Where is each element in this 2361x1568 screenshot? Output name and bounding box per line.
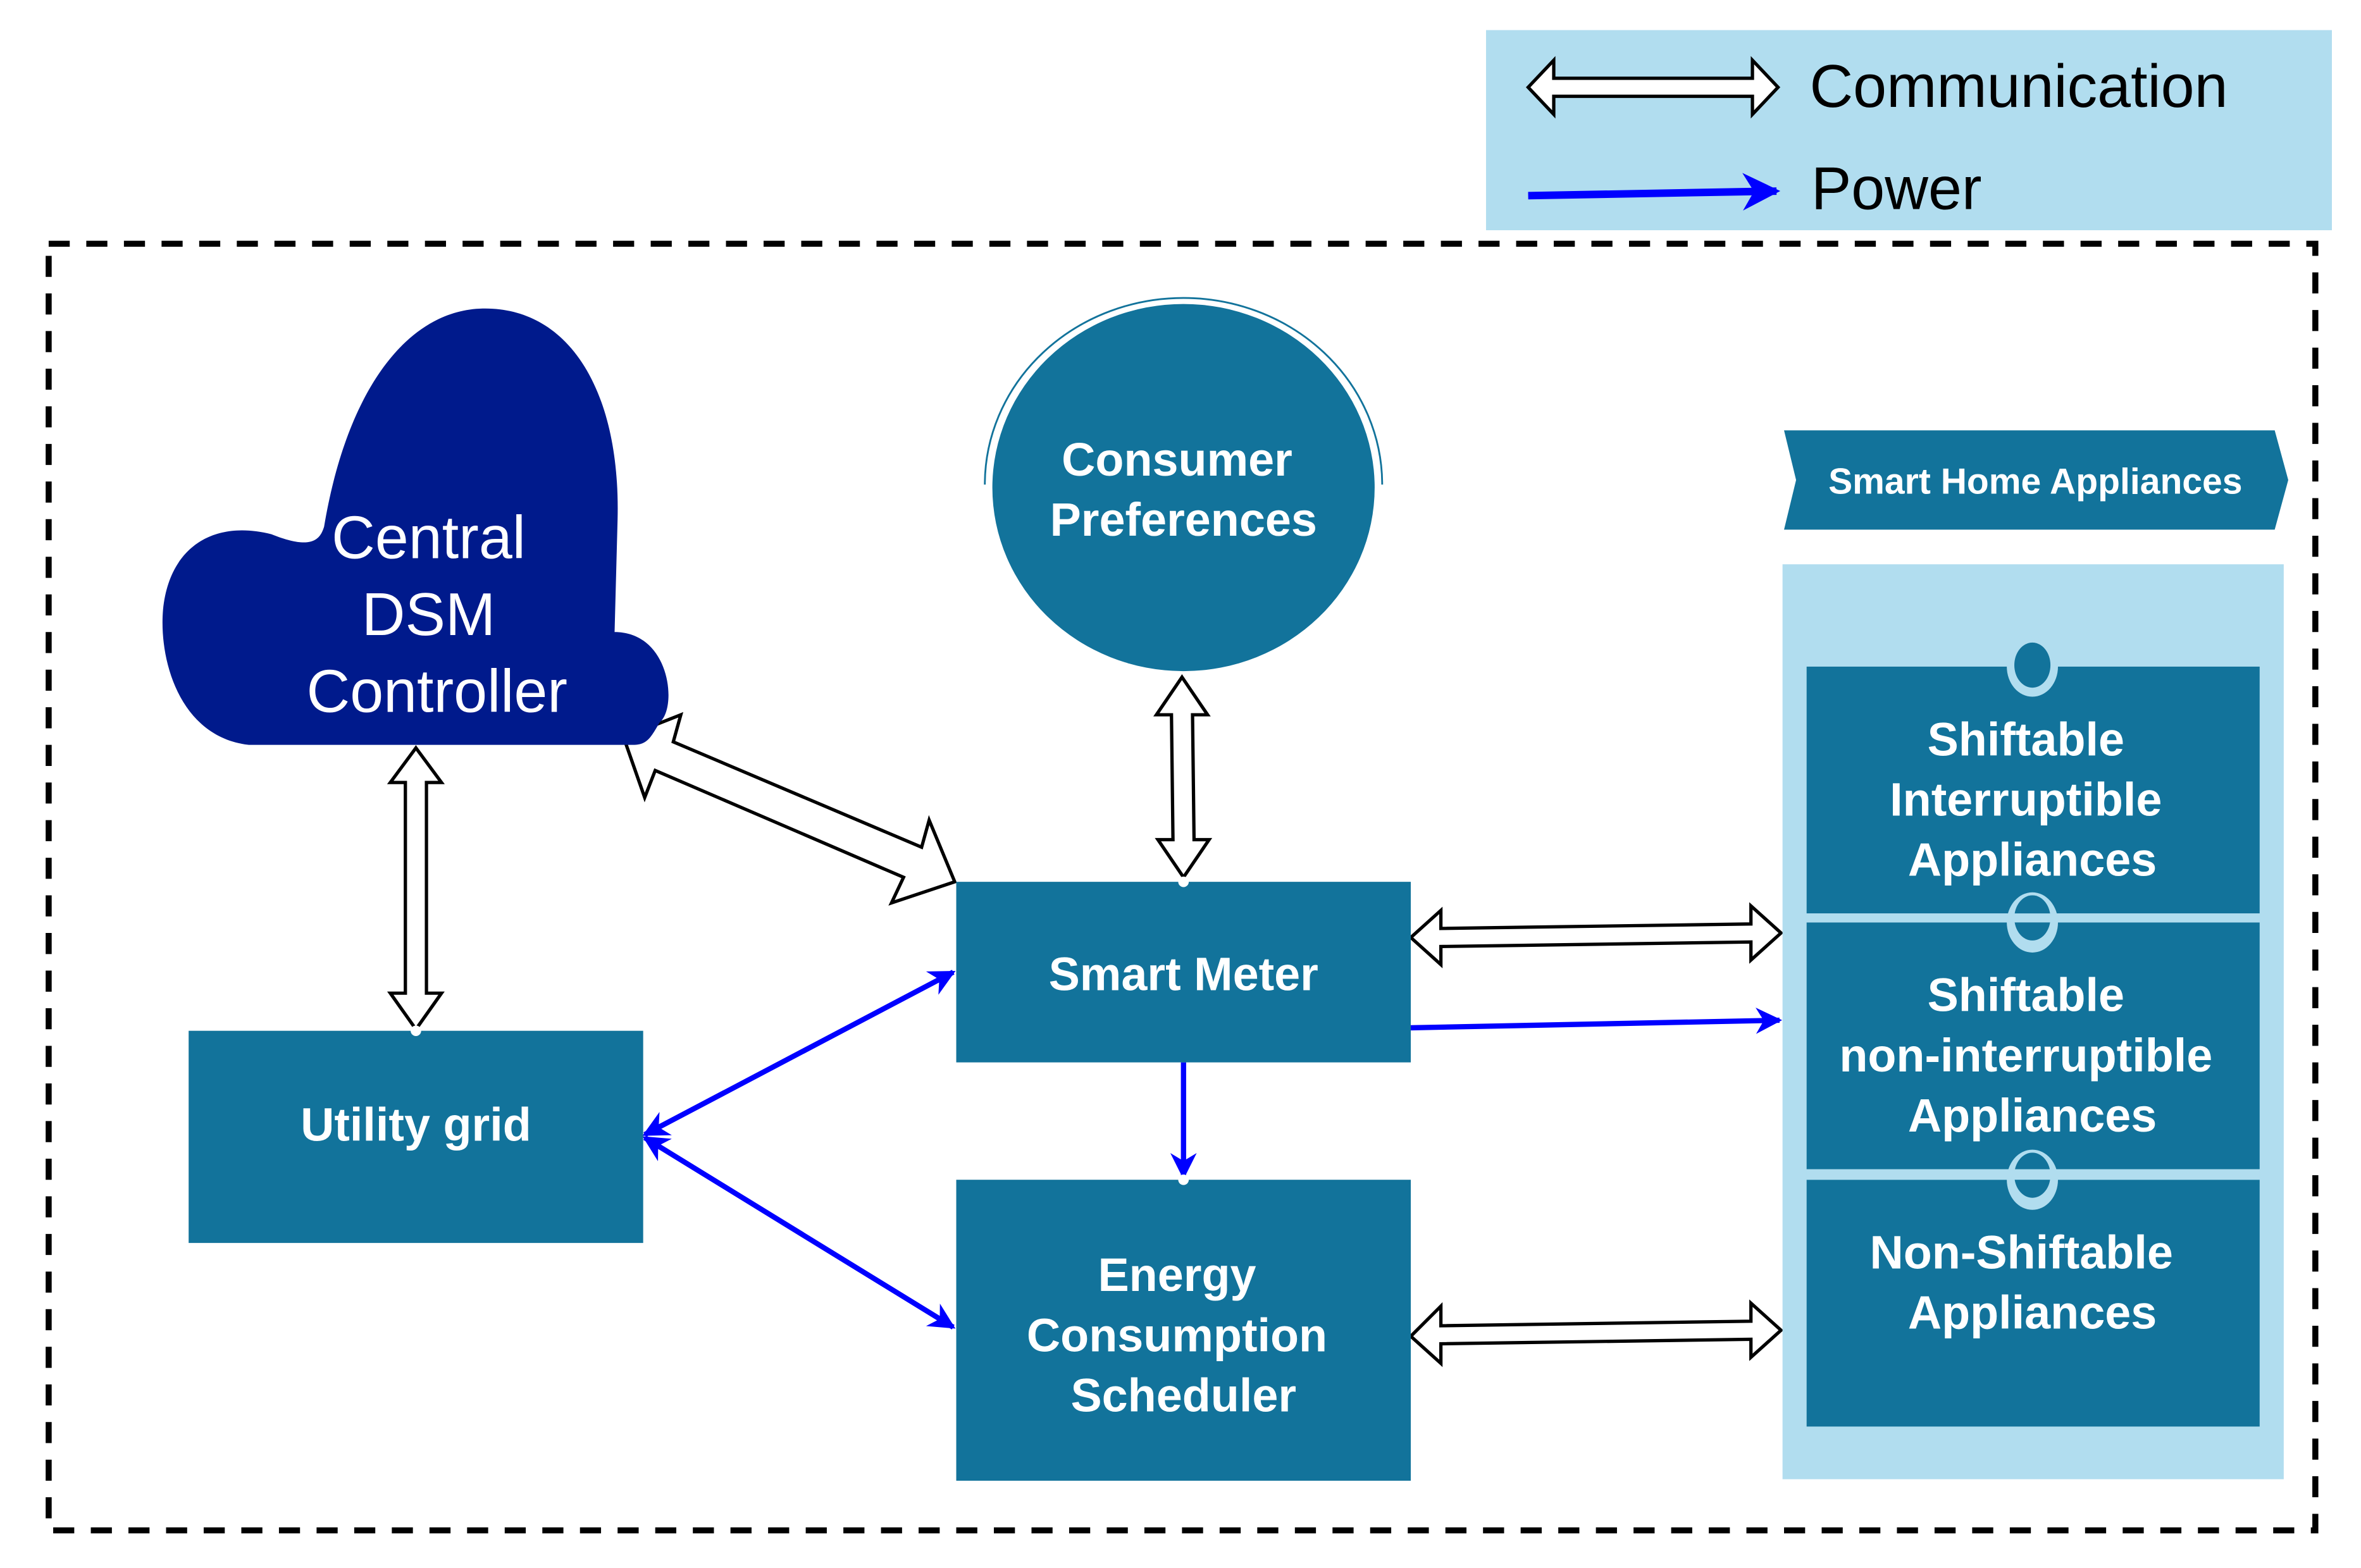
power-legend-arrow-icon <box>1528 173 1781 211</box>
consumer-preferences[interactable]: Consumer Preferences <box>984 297 1384 672</box>
label-line: Shiftable <box>1928 713 2124 765</box>
communication-legend-label: Communication <box>1809 53 2228 120</box>
utility-grid[interactable]: Utility grid <box>189 1025 643 1244</box>
label-line: Appliances <box>1908 1287 2157 1339</box>
power-legend-label: Power <box>1811 156 1982 223</box>
label-line: Appliances <box>1908 834 2157 886</box>
label-line: non-interruptible <box>1839 1029 2212 1082</box>
label-line: Controller <box>306 658 567 725</box>
label-line: Interruptible <box>1890 773 2162 825</box>
label-line: DSM <box>362 581 495 648</box>
connector-dot <box>1178 876 1189 887</box>
label-line: Preferences <box>1050 493 1317 546</box>
comm-arrow-meter-appliances <box>1408 902 1784 968</box>
label-line: Energy <box>1098 1249 1256 1301</box>
energy-consumption-scheduler[interactable]: Energy Consumption Scheduler <box>956 1174 1411 1481</box>
label-line: Consumer <box>1062 433 1292 486</box>
appliance-item-non-shiftable[interactable]: Non-Shiftable Appliances <box>1806 1149 2260 1427</box>
legend: Communication Power <box>1485 30 2332 230</box>
appliance-label: Shiftable Interruptible Appliances <box>1890 713 2175 886</box>
connector-tab <box>2014 642 2051 688</box>
connector-dot <box>411 1025 421 1036</box>
comm-arrow-preferences-meter <box>1153 674 1213 880</box>
comm-arrow-scheduler-appliances <box>1408 1299 1784 1367</box>
power-arrow-grid-scheduler <box>642 1135 956 1330</box>
label-line: Scheduler <box>1070 1369 1296 1422</box>
central-dsm-controller[interactable]: Central DSM Controller <box>162 308 669 745</box>
label-line: Shiftable <box>1928 969 2124 1022</box>
smart-meter[interactable]: Smart Meter <box>956 876 1411 1063</box>
connector-dot <box>1178 1174 1189 1185</box>
separator <box>1806 1169 2260 1180</box>
power-arrow-meter-appliances <box>1410 1007 1783 1034</box>
smart-home-appliances: Smart Home Appliances Shiftable Interrup… <box>1782 430 2289 1479</box>
label-line: Appliances <box>1908 1089 2157 1142</box>
appliance-item-shiftable-interruptible[interactable]: Shiftable Interruptible Appliances <box>1806 636 2260 914</box>
utility-grid-label: Utility grid <box>301 1098 531 1151</box>
label-line: Consumption <box>1027 1309 1327 1361</box>
comm-arrow-controller-meter <box>621 712 957 906</box>
comm-arrow-controller-utility <box>387 744 445 1032</box>
preferences-circle <box>992 304 1375 672</box>
label-line: Non-Shiftable <box>1869 1226 2172 1279</box>
separator <box>1806 913 2260 923</box>
appliance-item-shiftable-non-interruptible[interactable]: Shiftable non-interruptible Appliances <box>1806 892 2260 1170</box>
power-arrow-grid-meter <box>642 970 956 1137</box>
smart-meter-label: Smart Meter <box>1049 948 1318 1000</box>
label-line: Central <box>332 505 526 572</box>
appliances-header-label: Smart Home Appliances <box>1828 461 2242 502</box>
dsm-diagram: Communication Power Central DSM Controll… <box>46 30 2332 1534</box>
